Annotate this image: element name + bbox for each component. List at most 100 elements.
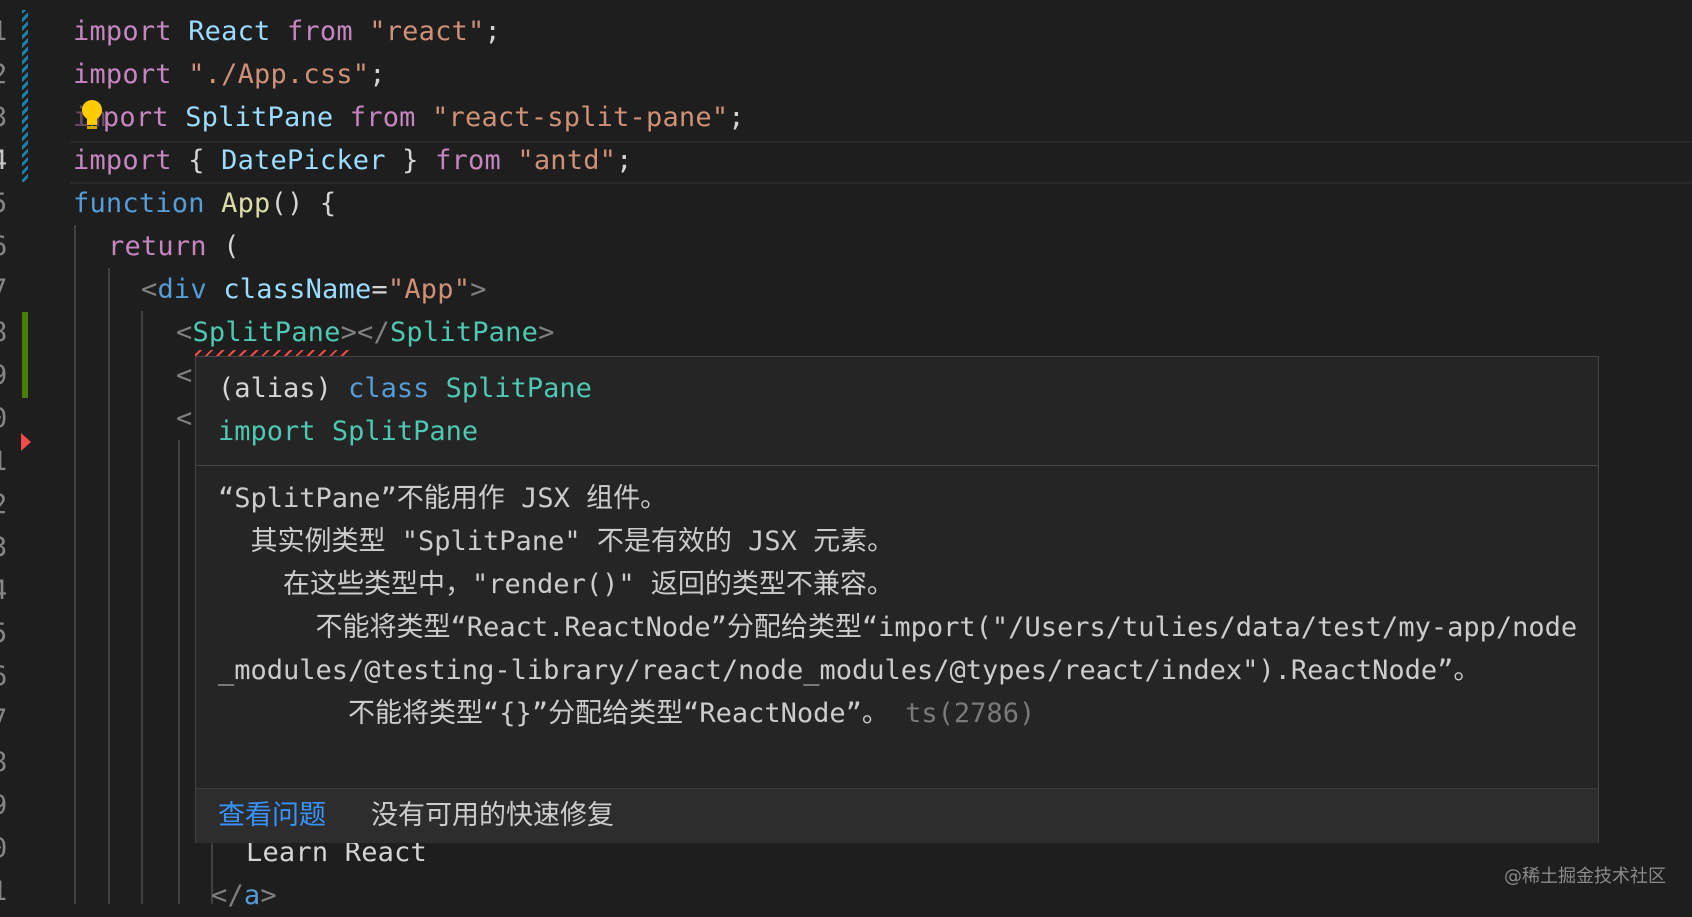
error-message-text: 不能将类型“{}”分配给类型“ReactNode”。 [218, 698, 889, 729]
punctuation: > [260, 880, 277, 911]
punctuation: ; [369, 59, 386, 90]
code-line-4[interactable]: import { DatePicker } from "antd"; [73, 139, 633, 182]
keyword: import [73, 16, 172, 47]
hover-tooltip[interactable]: (alias) class SplitPane import SplitPane… [195, 356, 1599, 843]
line-number[interactable]: 6 [0, 655, 20, 698]
line-number[interactable]: 7 [0, 268, 20, 311]
line-number[interactable]: 6 [0, 225, 20, 268]
line-number[interactable]: 5 [0, 612, 20, 655]
code-line-2[interactable]: import "./App.css"; [73, 53, 386, 96]
keyword: from [349, 102, 416, 133]
keyword: port [102, 102, 169, 133]
line-number[interactable]: 2 [0, 53, 20, 96]
code-line-21[interactable]: </a> [211, 874, 277, 917]
jsx-component-tag[interactable]: SplitPane [192, 317, 340, 348]
error-message: “SplitPane”不能用作 JSX 组件。 其实例类型 "SplitPane… [218, 477, 1588, 735]
error-message-line: 不能将类型“React.ReactNode”分配给类型“import("/Use… [218, 612, 1578, 686]
code-line-9[interactable]: < [176, 354, 192, 397]
identifier: React [188, 16, 271, 47]
attribute-name: className [223, 274, 372, 305]
code-line-10[interactable]: < [176, 397, 192, 440]
no-quick-fix-text: 没有可用的快速修复 [371, 800, 614, 831]
lightbulb-icon[interactable] [80, 99, 104, 133]
indent-guide [178, 440, 180, 904]
code-editor[interactable]: 123456789012345678901 import React from … [0, 0, 1692, 911]
indent-guide [74, 225, 76, 904]
line-number[interactable]: 0 [0, 827, 20, 870]
punctuation: { [188, 145, 222, 176]
line-number[interactable]: 2 [0, 483, 20, 526]
punctuation: < [141, 274, 158, 305]
sig-import-keyword: import [218, 416, 316, 447]
error-message-line-last: 不能将类型“{}”分配给类型“ReactNode”。 ts(2786) [218, 692, 1588, 735]
jsx-tag: a [243, 880, 261, 911]
watermark: @稀土掘金技术社区 [1504, 866, 1666, 887]
keyword: import [73, 145, 172, 176]
string-literal: "antd" [517, 145, 617, 176]
punctuation: ></ [340, 317, 390, 348]
identifier: SplitPane [185, 102, 334, 133]
sig-alias: (alias) [218, 373, 332, 404]
indent-guide [141, 311, 143, 904]
line-number[interactable]: 8 [0, 741, 20, 784]
line-number[interactable]: 3 [0, 526, 20, 569]
keyword: function [73, 188, 205, 219]
sig-keyword: class [348, 373, 430, 404]
punctuation: > [470, 274, 487, 305]
code-line-1[interactable]: import React from "react"; [73, 10, 501, 53]
function-name: App [221, 188, 271, 219]
sig-import-name: SplitPane [331, 416, 479, 447]
punctuation: } [385, 145, 419, 176]
keyword: import [73, 59, 172, 90]
code-line-3[interactable]: import SplitPane from "react-split-pane"… [73, 96, 745, 139]
string-literal: "react-split-pane" [432, 102, 729, 133]
punctuation: < [176, 317, 193, 348]
line-number[interactable]: 4 [0, 139, 20, 182]
code-line-8[interactable]: <SplitPane></SplitPane> [176, 311, 555, 354]
code-line-6[interactable]: return ( [108, 225, 240, 268]
code-line-7[interactable]: <div className="App"> [141, 268, 487, 311]
line-number[interactable]: 4 [0, 569, 20, 612]
punctuation: ( [206, 231, 240, 262]
error-marker-icon [21, 433, 31, 451]
punctuation: </ [211, 880, 244, 911]
line-number[interactable]: 5 [0, 182, 20, 225]
string-literal: "react" [369, 16, 485, 47]
view-problem-link[interactable]: 查看问题 [218, 789, 326, 843]
line-number[interactable]: 9 [0, 354, 20, 397]
keyword: from [435, 145, 501, 176]
string-literal: "App" [387, 274, 471, 305]
keyword: from [286, 16, 353, 47]
line-number[interactable]: 7 [0, 698, 20, 741]
added-lines-marker[interactable] [22, 312, 28, 398]
punctuation: ; [484, 16, 501, 47]
error-message-line: “SplitPane”不能用作 JSX 组件。 [218, 483, 668, 514]
punctuation: > [538, 317, 555, 348]
punctuation: ; [728, 102, 745, 133]
hover-status-bar: 查看问题 没有可用的快速修复 [196, 788, 1598, 843]
line-number[interactable]: 0 [0, 397, 20, 440]
punctuation: < [176, 403, 193, 434]
line-number[interactable]: 1 [0, 10, 20, 53]
error-message-line: 其实例类型 "SplitPane" 不是有效的 JSX 元素。 [218, 526, 895, 557]
sig-name: SplitPane [445, 373, 592, 404]
error-message-line: 在这些类型中，"render()" 返回的类型不兼容。 [218, 569, 894, 600]
hover-signature: (alias) class SplitPane import SplitPane [218, 367, 592, 453]
punctuation: = [371, 274, 388, 305]
modified-lines-marker[interactable] [22, 10, 28, 182]
line-number[interactable]: 1 [0, 870, 20, 913]
line-number[interactable]: 9 [0, 784, 20, 827]
indent-guide [108, 268, 110, 904]
code-line-5[interactable]: function App() { [73, 182, 336, 225]
identifier: DatePicker [221, 145, 386, 176]
hover-divider [196, 465, 1598, 466]
jsx-component-tag: SplitPane [389, 317, 539, 348]
punctuation: ; [616, 145, 633, 176]
string-literal: "./App.css" [188, 59, 370, 90]
line-number[interactable]: 8 [0, 311, 20, 354]
punctuation: < [176, 360, 193, 391]
line-number[interactable]: 3 [0, 96, 20, 139]
punctuation: () { [270, 188, 337, 219]
line-number[interactable]: 1 [0, 440, 20, 483]
jsx-tag: div [157, 274, 207, 305]
